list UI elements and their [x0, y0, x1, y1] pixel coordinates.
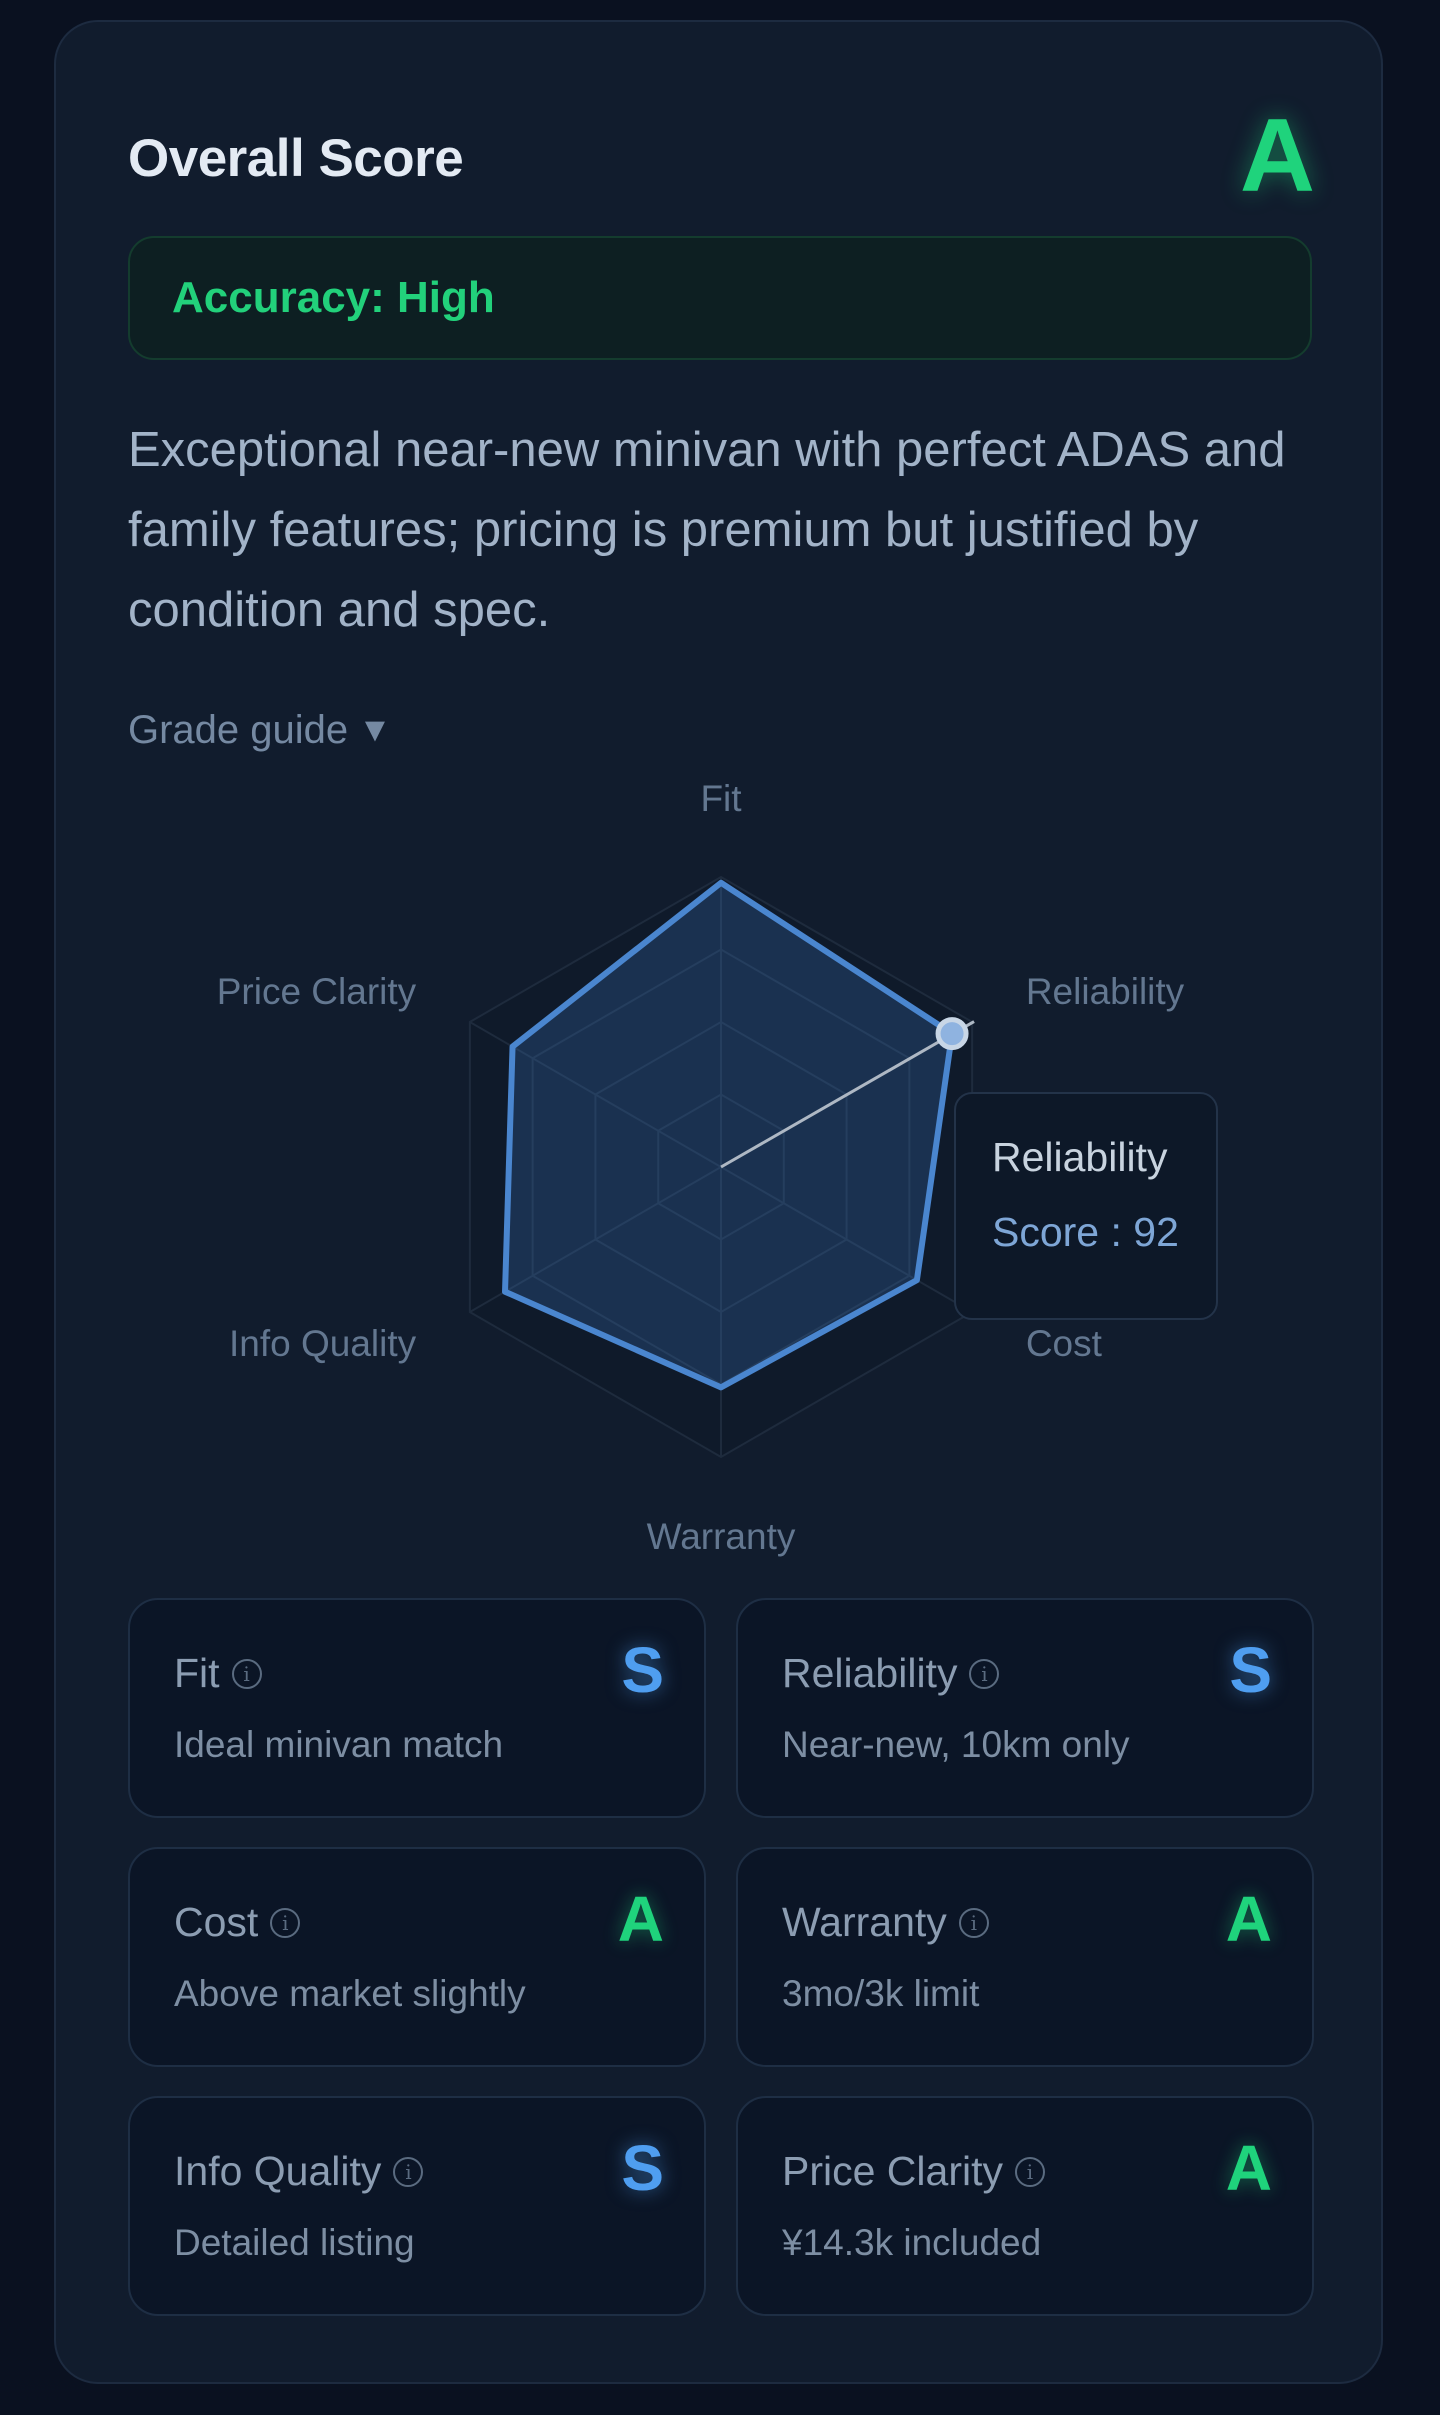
criterion-desc: Above market slightly: [174, 1973, 526, 2014]
radar-chart: Fit Reliability Cost Warranty Info Quality Pr…: [217, 778, 1185, 1557]
info-icon[interactable]: i: [969, 1658, 1000, 1689]
criterion-name: Price Clarity: [782, 2148, 1003, 2194]
criterion-grade: S: [621, 2132, 664, 2204]
radar-axis-label-info-quality: Info Quality: [229, 1323, 417, 1364]
criterion-card-fit[interactable]: Fit i Ideal minivan match S: [128, 1598, 706, 1818]
info-icon[interactable]: i: [393, 2156, 424, 2187]
criterion-grade: S: [1229, 1634, 1272, 1706]
overall-score-card: Overall Score A Accuracy: High Exception…: [54, 20, 1383, 2384]
criterion-card-price-clarity[interactable]: Price Clarity i ¥14.3k included A: [736, 2096, 1314, 2316]
criterion-card-info-quality[interactable]: Info Quality i Detailed listing S: [128, 2096, 706, 2316]
tooltip-title: Reliability: [992, 1134, 1168, 1180]
radar-axis-label-cost: Cost: [1026, 1323, 1103, 1364]
criterion-name-row: Info Quality i: [174, 2148, 424, 2195]
criterion-card-reliability[interactable]: Reliability i Near-new, 10km only S: [736, 1598, 1314, 1818]
criterion-name: Cost: [174, 1899, 259, 1945]
criterion-grade: A: [1225, 2132, 1272, 2204]
criterion-name-row: Price Clarity i: [782, 2148, 1045, 2195]
criterion-desc: Ideal minivan match: [174, 1724, 504, 1765]
criterion-name-row: Warranty i: [782, 1899, 989, 1946]
criterion-desc: Near-new, 10km only: [782, 1724, 1130, 1765]
radar-axis-label-fit: Fit: [700, 778, 742, 819]
criterion-card-cost[interactable]: Cost i Above market slightly A: [128, 1847, 706, 2067]
info-icon[interactable]: i: [231, 1658, 262, 1689]
info-icon[interactable]: i: [270, 1907, 301, 1938]
info-icon[interactable]: i: [1014, 2156, 1045, 2187]
radar-active-point: [935, 1017, 969, 1051]
criterion-name: Warranty: [782, 1899, 947, 1945]
criterion-desc: Detailed listing: [174, 2222, 415, 2263]
criterion-grade: A: [617, 1883, 664, 1955]
criterion-name-row: Reliability i: [782, 1650, 1000, 1697]
criterion-name: Info Quality: [174, 2148, 382, 2194]
criterion-name-row: Cost i: [174, 1899, 301, 1946]
radar-axis-label-price-clarity: Price Clarity: [217, 971, 417, 1012]
criterion-grade: S: [621, 1634, 664, 1706]
radar-axis-label-reliability: Reliability: [1026, 971, 1185, 1012]
criterion-card-warranty[interactable]: Warranty i 3mo/3k limit A: [736, 1847, 1314, 2067]
criterion-desc: ¥14.3k included: [782, 2222, 1042, 2263]
info-icon[interactable]: i: [958, 1907, 989, 1938]
criterion-grade: A: [1225, 1883, 1272, 1955]
criterion-name: Fit: [174, 1650, 220, 1696]
criterion-name-row: Fit i: [174, 1650, 262, 1697]
radar-tooltip: Reliability Score : 92: [954, 1092, 1218, 1320]
criterion-desc: 3mo/3k limit: [782, 1973, 980, 2014]
criterion-name: Reliability: [782, 1650, 958, 1696]
tooltip-score: Score : 92: [992, 1209, 1179, 1255]
radar-axis-label-warranty: Warranty: [647, 1516, 796, 1557]
